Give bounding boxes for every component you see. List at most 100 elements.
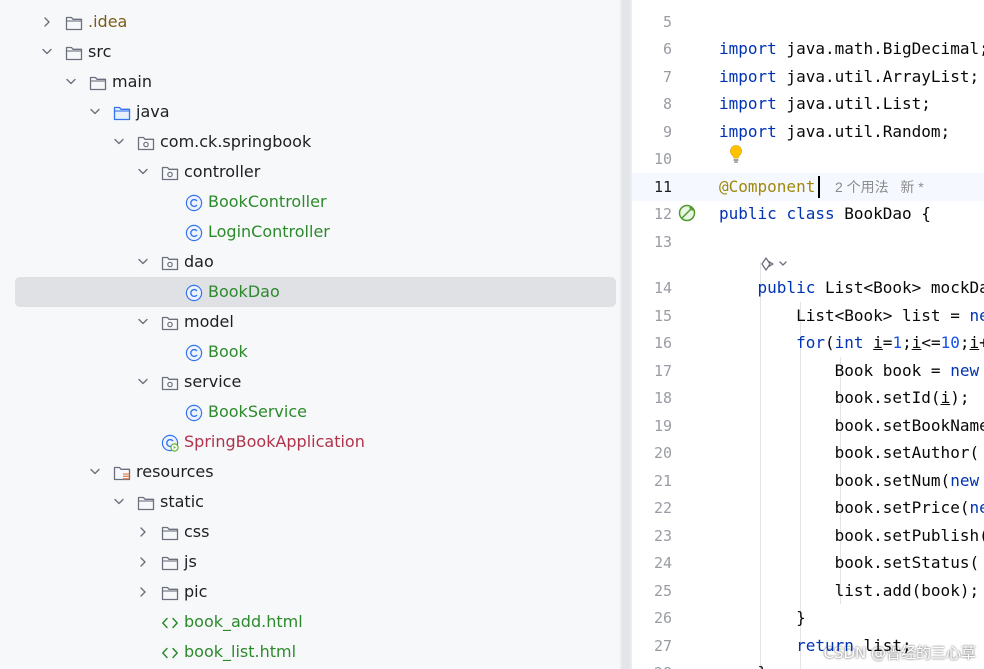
- line-number[interactable]: 20: [632, 439, 672, 467]
- code-line[interactable]: return list;: [719, 632, 912, 660]
- code-line[interactable]: @Component: [719, 173, 815, 201]
- tree-item-bookdao[interactable]: BookDao: [0, 277, 620, 307]
- chevron-right-icon[interactable]: [137, 547, 149, 577]
- tree-item--idea[interactable]: .idea: [0, 7, 620, 37]
- tree-item-controller[interactable]: controller: [0, 157, 620, 187]
- tree-item-label: java: [136, 102, 170, 121]
- code-token: i: [911, 333, 922, 352]
- tree-item-label: book_add.html: [184, 612, 303, 631]
- code-token: book.setId(: [719, 388, 941, 407]
- code-line[interactable]: import java.util.List;: [719, 90, 931, 118]
- tree-item-bookcontroller[interactable]: BookController: [0, 187, 620, 217]
- tree-item-book-list-html[interactable]: book_list.html: [0, 637, 620, 667]
- code-line[interactable]: book.setStatus(: [719, 549, 980, 577]
- usages-inlay-hint[interactable]: 2 个用法 新 *: [835, 173, 924, 201]
- chevron-down-icon[interactable]: [65, 67, 77, 97]
- code-editor[interactable]: 2 个用法 新 * CSDN @曾经的三心草 5 6 import java.mat…: [632, 0, 984, 669]
- line-number[interactable]: 15: [632, 302, 672, 330]
- line-number[interactable]: 12: [632, 200, 672, 228]
- code-line[interactable]: Book book = new Book();: [719, 357, 984, 385]
- tree-item-pic[interactable]: pic: [0, 577, 620, 607]
- code-line[interactable]: list.add(book);: [719, 577, 980, 605]
- tree-item-css[interactable]: css: [0, 517, 620, 547]
- line-number[interactable]: 23: [632, 522, 672, 550]
- chevron-down-icon[interactable]: [89, 97, 101, 127]
- java-class-icon: [185, 224, 203, 242]
- code-line[interactable]: List<Book> list = new ArrayList<>();: [719, 302, 984, 330]
- chevron-down-icon[interactable]: [137, 247, 149, 277]
- tree-item-logincontroller[interactable]: LoginController: [0, 217, 620, 247]
- line-number[interactable]: 25: [632, 577, 672, 605]
- tree-item-static[interactable]: static: [0, 487, 620, 517]
- chevron-down-icon[interactable]: [41, 37, 53, 67]
- tree-item-dao[interactable]: dao: [0, 247, 620, 277]
- tree-item-js[interactable]: js: [0, 547, 620, 577]
- chevron-down-icon[interactable]: [113, 487, 125, 517]
- code-line[interactable]: for(int i=1;i<=10;i++){: [719, 329, 984, 357]
- line-number[interactable]: 13: [632, 228, 672, 256]
- spring-bean-icon[interactable]: [677, 203, 697, 223]
- line-number[interactable]: 16: [632, 329, 672, 357]
- code-line[interactable]: book.setNum(new: [719, 467, 980, 495]
- code-token: (: [824, 333, 835, 352]
- line-number[interactable]: 18: [632, 384, 672, 412]
- chevron-down-icon[interactable]: [137, 157, 149, 187]
- html-file-icon: [161, 644, 179, 662]
- line-number[interactable]: 21: [632, 467, 672, 495]
- line-number[interactable]: 6: [632, 35, 672, 63]
- chevron-right-icon[interactable]: [137, 577, 149, 607]
- line-number[interactable]: 10: [632, 145, 672, 173]
- tree-item-com-ck-springbook[interactable]: com.ck.springbook: [0, 127, 620, 157]
- line-number[interactable]: 9: [632, 118, 672, 146]
- tree-item-src[interactable]: src: [0, 37, 620, 67]
- ai-assistant-icon[interactable]: [759, 255, 791, 273]
- chevron-down-icon[interactable]: [137, 367, 149, 397]
- line-number[interactable]: 8: [632, 90, 672, 118]
- code-line[interactable]: book.setId(i);: [719, 384, 970, 412]
- code-token: book.setBookName(: [719, 416, 984, 435]
- tree-item-main[interactable]: main: [0, 67, 620, 97]
- line-number[interactable]: 24: [632, 549, 672, 577]
- code-line[interactable]: public class BookDao {: [719, 200, 931, 228]
- code-line[interactable]: import java.util.Random;: [719, 118, 950, 146]
- line-number[interactable]: 7: [632, 63, 672, 91]
- line-number[interactable]: 26: [632, 604, 672, 632]
- project-tree: .idea src main java com.ck.springbook control…: [0, 0, 620, 669]
- code-token: for: [796, 333, 825, 352]
- chevron-down-icon[interactable]: [137, 307, 149, 337]
- intention-bulb-icon[interactable]: [728, 144, 744, 164]
- line-number[interactable]: 11: [632, 173, 672, 201]
- line-number[interactable]: 19: [632, 412, 672, 440]
- line-number[interactable]: 14: [632, 274, 672, 302]
- line-number[interactable]: 22: [632, 494, 672, 522]
- code-line[interactable]: book.setPublish(: [719, 522, 984, 550]
- code-token: ;: [959, 333, 970, 352]
- tree-item-book[interactable]: Book: [0, 337, 620, 367]
- line-number[interactable]: 27: [632, 632, 672, 660]
- code-line[interactable]: import java.util.ArrayList;: [719, 63, 979, 91]
- tree-item-java[interactable]: java: [0, 97, 620, 127]
- tree-item-springbookapplication[interactable]: SpringBookApplication: [0, 427, 620, 457]
- code-line[interactable]: book.setPrice(new: [719, 494, 984, 522]
- scrollbar-thumb[interactable]: [622, 0, 630, 669]
- tree-item-service[interactable]: service: [0, 367, 620, 397]
- tree-item-resources[interactable]: resources: [0, 457, 620, 487]
- code-line[interactable]: public List<Book> mockData() {: [719, 274, 984, 302]
- code-line[interactable]: book.setBookName(: [719, 412, 984, 440]
- chevron-right-icon[interactable]: [41, 7, 53, 37]
- splitter-scrollbar[interactable]: [620, 0, 632, 669]
- line-number[interactable]: 17: [632, 357, 672, 385]
- code-line[interactable]: import java.math.BigDecimal;: [719, 35, 984, 63]
- code-line[interactable]: book.setAuthor(: [719, 439, 980, 467]
- code-line[interactable]: }: [719, 659, 768, 669]
- chevron-down-icon[interactable]: [113, 127, 125, 157]
- tree-item-bookservice[interactable]: BookService: [0, 397, 620, 427]
- chevron-right-icon[interactable]: [137, 517, 149, 547]
- tree-item-model[interactable]: model: [0, 307, 620, 337]
- tree-item-book-add-html[interactable]: book_add.html: [0, 607, 620, 637]
- code-line[interactable]: }: [719, 604, 806, 632]
- chevron-down-icon[interactable]: [89, 457, 101, 487]
- line-number[interactable]: 5: [632, 8, 672, 36]
- line-number[interactable]: 28: [632, 659, 672, 669]
